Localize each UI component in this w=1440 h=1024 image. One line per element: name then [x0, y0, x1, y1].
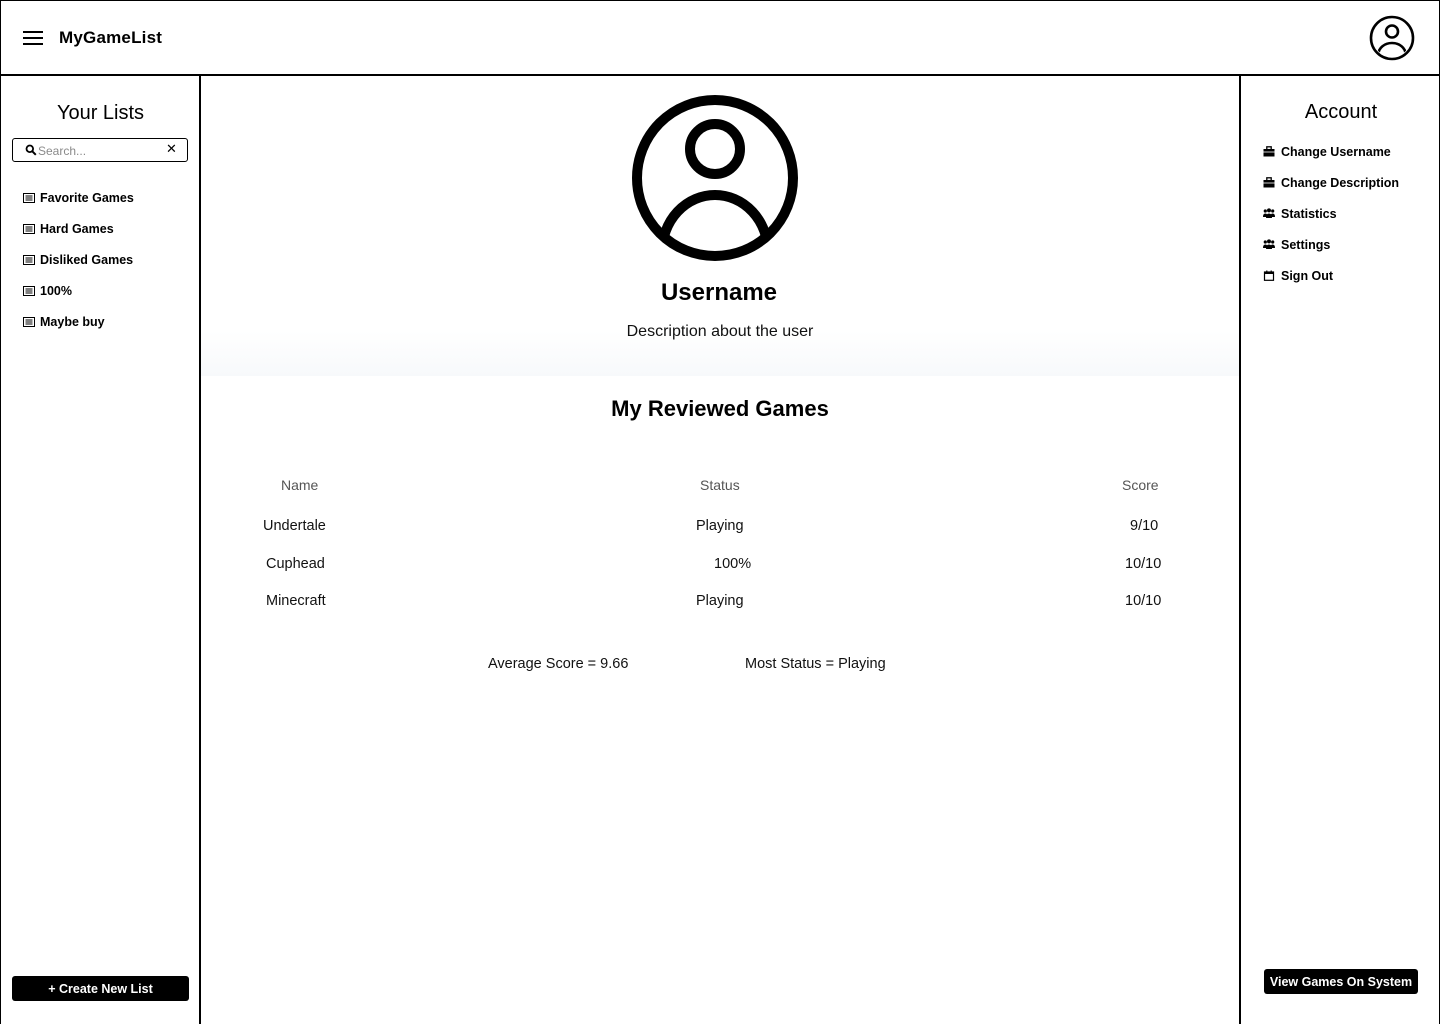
users-icon — [1263, 208, 1275, 218]
account-item-settings[interactable]: Settings — [1263, 229, 1399, 260]
average-score-summary: Average Score = 9.66 — [488, 656, 629, 672]
row-score: 10/10 — [1125, 556, 1162, 572]
list-item-disliked-games[interactable]: Disliked Games — [23, 244, 134, 275]
row-status: Playing — [696, 518, 744, 534]
briefcase-icon — [1263, 146, 1275, 157]
view-games-on-system-button[interactable]: View Games On System — [1264, 969, 1418, 994]
row-name[interactable]: Cuphead — [266, 556, 325, 572]
list-item-100-percent[interactable]: 100% — [23, 275, 134, 306]
profile-description: Description about the user — [626, 323, 814, 340]
account-item-sign-out[interactable]: Sign Out — [1263, 260, 1399, 291]
list-item-label: Hard Games — [40, 221, 114, 236]
account-item-label: Statistics — [1281, 206, 1337, 221]
sidebar-title: Your Lists — [56, 102, 145, 124]
list-item-maybe-buy[interactable]: Maybe buy — [23, 306, 134, 337]
account-sidebar: Account Change Username Change Descripti… — [1239, 74, 1440, 1024]
row-name[interactable]: Minecraft — [266, 593, 326, 609]
row-name[interactable]: Undertale — [263, 518, 326, 534]
list-item-favorite-games[interactable]: Favorite Games — [23, 182, 134, 213]
users-icon — [1263, 239, 1275, 249]
column-header-name: Name — [281, 477, 319, 493]
calendar-icon — [1263, 270, 1275, 281]
row-status: 100% — [714, 556, 752, 572]
account-item-change-description[interactable]: Change Description — [1263, 167, 1399, 198]
profile-section: Username Description about the user — [201, 76, 1239, 376]
list-item-label: Maybe buy — [40, 314, 105, 329]
most-status-summary: Most Status = Playing — [745, 656, 886, 672]
list-icon — [23, 192, 35, 203]
list-item-label: Disliked Games — [40, 252, 134, 267]
lists-sidebar: Your Lists ✕ Favorite Games Hard Games D… — [0, 74, 201, 1024]
profile-avatar-icon — [632, 95, 798, 261]
column-header-status: Status — [700, 477, 740, 493]
main-content: Username Description about the user My R… — [201, 76, 1239, 1024]
row-score: 9/10 — [1130, 518, 1159, 534]
top-navbar: MyGameList — [0, 0, 1440, 76]
create-new-list-button[interactable]: + Create New List — [12, 976, 189, 1001]
column-header-score: Score — [1122, 477, 1159, 493]
search-box[interactable]: ✕ — [12, 138, 188, 162]
search-input[interactable] — [38, 142, 158, 159]
list-icon — [23, 285, 35, 296]
user-avatar-icon[interactable] — [1369, 15, 1415, 61]
account-menu: Change Username Change Description Stati… — [1263, 136, 1399, 291]
account-item-change-username[interactable]: Change Username — [1263, 136, 1399, 167]
close-icon[interactable]: ✕ — [166, 141, 177, 157]
app-title[interactable]: MyGameList — [59, 28, 162, 48]
account-item-label: Settings — [1281, 237, 1331, 252]
list-item-hard-games[interactable]: Hard Games — [23, 213, 134, 244]
account-item-label: Change Username — [1281, 144, 1391, 159]
briefcase-icon — [1263, 177, 1275, 188]
user-lists: Favorite Games Hard Games Disliked Games… — [23, 182, 134, 337]
account-title: Account — [1304, 101, 1378, 123]
list-item-label: 100% — [40, 283, 72, 298]
list-icon — [23, 316, 35, 327]
list-icon — [23, 223, 35, 234]
account-item-statistics[interactable]: Statistics — [1263, 198, 1399, 229]
search-icon — [25, 144, 37, 156]
profile-username: Username — [660, 279, 778, 306]
account-item-label: Change Description — [1281, 175, 1400, 190]
row-score: 10/10 — [1125, 593, 1162, 609]
row-status: Playing — [696, 593, 744, 609]
hamburger-menu-icon[interactable] — [23, 29, 45, 47]
account-item-label: Sign Out — [1281, 268, 1334, 283]
list-item-label: Favorite Games — [40, 190, 134, 205]
reviewed-games-heading: My Reviewed Games — [611, 396, 829, 421]
list-icon — [23, 254, 35, 265]
